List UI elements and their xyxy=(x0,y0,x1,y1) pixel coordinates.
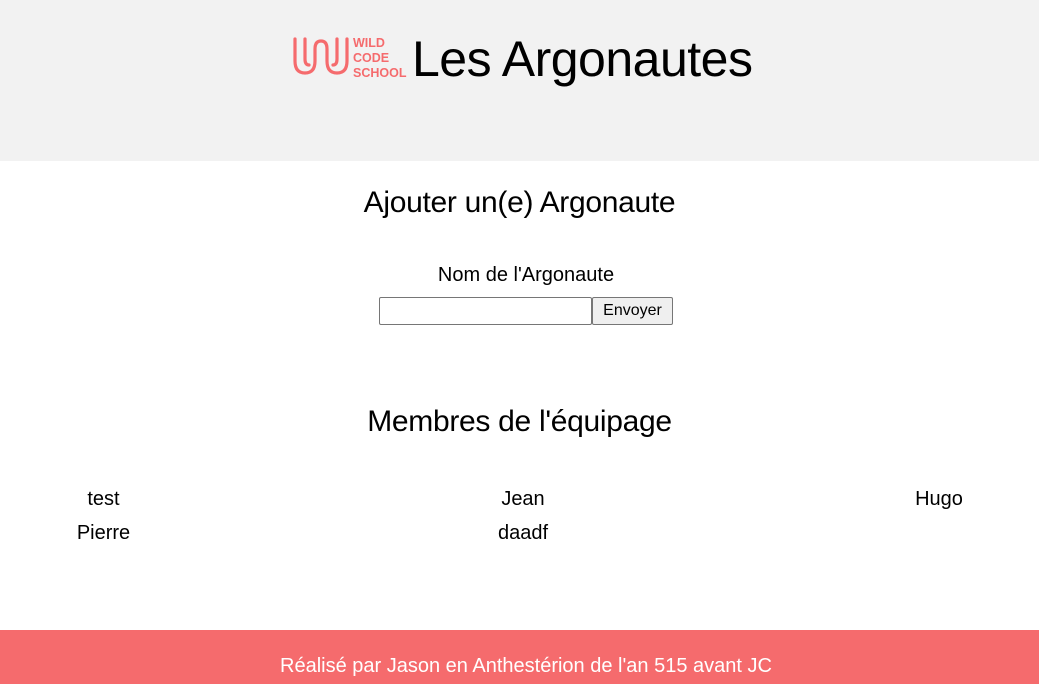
add-argonaut-title: Ajouter un(e) Argonaute xyxy=(363,186,676,219)
crew-member: test xyxy=(87,488,120,510)
logo-text-wild: WILD xyxy=(353,36,385,50)
argonaut-name-label: Nom de l'Argonaute xyxy=(437,264,615,286)
crew-member: Jean xyxy=(501,488,545,510)
send-button[interactable]: Envoyer xyxy=(592,297,673,325)
site-header: WILD CODE SCHOOL Les Argonautes xyxy=(0,0,1039,161)
add-argonaut-form: Envoyer xyxy=(379,297,673,325)
site-title: Les Argonautes xyxy=(412,31,753,87)
crew-title: Membres de l'équipage xyxy=(367,405,672,438)
wild-code-school-logo: WILD CODE SCHOOL xyxy=(291,31,412,83)
logo-text-school: SCHOOL xyxy=(353,66,407,80)
argonaut-name-input[interactable] xyxy=(379,297,592,325)
brand: WILD CODE SCHOOL Les Argonautes xyxy=(291,28,753,87)
crew-member: Hugo xyxy=(915,488,963,510)
footer-text: Réalisé par Jason en Anthestérion de l'a… xyxy=(280,655,772,677)
crew-members-list: test Jean Hugo Pierre daadf xyxy=(0,486,1039,546)
site-footer: Réalisé par Jason en Anthestérion de l'a… xyxy=(0,630,1039,684)
crew-member: Pierre xyxy=(76,522,131,544)
logo-text-code: CODE xyxy=(353,51,389,65)
crew-member: daadf xyxy=(497,522,549,544)
